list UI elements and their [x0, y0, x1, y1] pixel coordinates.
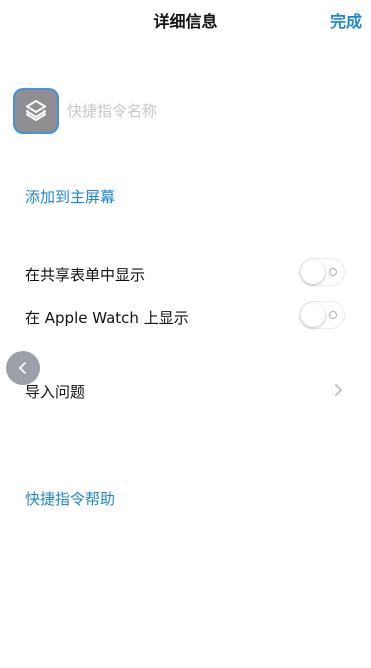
chevron-right-icon: [335, 384, 342, 396]
floating-back-button[interactable]: [6, 351, 40, 385]
toggle-knob: [301, 260, 325, 284]
add-to-home-screen-link[interactable]: 添加到主屏幕: [25, 186, 115, 207]
shortcut-name-input[interactable]: [67, 98, 327, 124]
chevron-left-icon: [19, 362, 26, 374]
import-questions-label: 导入问题: [25, 383, 86, 401]
shortcuts-help-link[interactable]: 快捷指令帮助: [25, 488, 115, 509]
layers-icon: [26, 100, 46, 121]
shortcut-icon-button[interactable]: [15, 90, 57, 132]
navigation-bar: 详细信息 完成: [0, 0, 371, 40]
done-button[interactable]: 完成: [330, 8, 362, 32]
import-questions-row[interactable]: 导入问题: [25, 375, 345, 405]
toggle-knob: [301, 303, 325, 327]
show-on-apple-watch-toggle[interactable]: [299, 301, 345, 329]
shortcut-details-screen: 详细信息 完成 添加到主屏幕 在共享表单中显示 在 Apple Watch 上显…: [0, 0, 371, 668]
show-on-apple-watch-row: 在 Apple Watch 上显示: [25, 301, 345, 331]
shortcut-name-row: [15, 90, 355, 132]
show-in-share-sheet-label: 在共享表单中显示: [25, 266, 146, 284]
show-in-share-sheet-toggle[interactable]: [299, 258, 345, 286]
show-in-share-sheet-row: 在共享表单中显示: [25, 258, 345, 288]
toggle-off-indicator: [329, 268, 337, 276]
toggle-off-indicator: [329, 311, 337, 319]
show-on-apple-watch-label: 在 Apple Watch 上显示: [25, 309, 189, 327]
page-title: 详细信息: [153, 12, 218, 31]
